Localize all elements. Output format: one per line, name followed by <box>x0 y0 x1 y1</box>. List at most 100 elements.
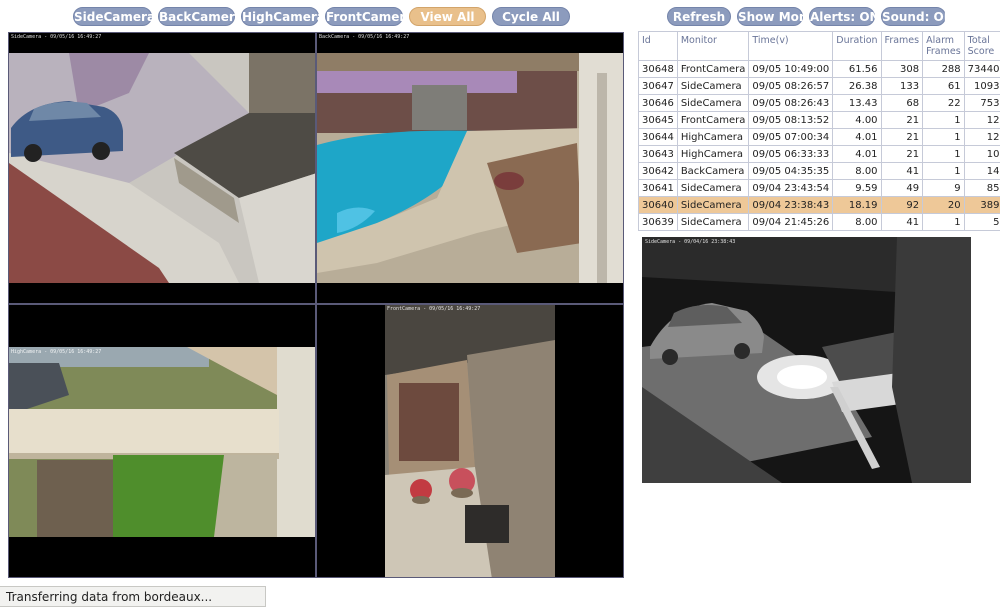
cell-frames: 21 <box>880 128 924 146</box>
camera-feed-sidecamera[interactable]: SideCamera - 09/05/16 16:49:27 <box>8 32 316 304</box>
column-header-monitor[interactable]: Monitor <box>676 31 750 61</box>
cell-duration: 4.01 <box>832 128 882 146</box>
event-row[interactable]: 30639 SideCamera 09/04 21:45:26 8.00 41 1 5 <box>638 213 1000 231</box>
cell-monitor[interactable]: HighCamera <box>676 128 750 146</box>
cell-frames: 308 <box>880 60 924 78</box>
cell-id[interactable]: 30645 <box>638 111 678 129</box>
show-more-button[interactable]: Show More <box>737 7 813 26</box>
nav-button-view-all[interactable]: View All <box>409 7 486 26</box>
sidecamera-frame <box>9 33 315 303</box>
cell-id[interactable]: 30643 <box>638 145 678 163</box>
cell-duration: 13.43 <box>832 94 882 112</box>
cell-duration: 4.00 <box>832 111 882 129</box>
cell-total-score: 10 <box>963 145 1000 163</box>
cell-total-score: 1093 <box>963 77 1000 95</box>
event-snapshot-timestamp: SideCamera - 09/04/16 23:38:43 <box>645 239 736 245</box>
nav-button-sidecamera[interactable]: SideCamera <box>73 7 155 26</box>
status-text: Transferring data from bordeaux... <box>6 590 213 604</box>
cell-total-score: 389 <box>963 196 1000 214</box>
cell-id[interactable]: 30639 <box>638 213 678 231</box>
event-row[interactable]: 30648 FrontCamera 09/05 10:49:00 61.56 308 28… <box>638 60 1000 78</box>
cell-duration: 61.56 <box>832 60 882 78</box>
event-snapshot-frame <box>642 237 971 483</box>
camera-feed-backcamera[interactable]: BackCamera - 09/05/16 16:49:27 <box>316 32 624 304</box>
cell-frames: 21 <box>880 111 924 129</box>
column-header-alarm-frames[interactable]: Alarm Frames <box>922 31 965 61</box>
cell-monitor[interactable]: SideCamera <box>676 196 750 214</box>
cell-id[interactable]: 30648 <box>638 60 678 78</box>
cell-frames: 21 <box>880 145 924 163</box>
cell-time[interactable]: 09/05 06:33:33 <box>748 145 834 163</box>
status-bar: Transferring data from bordeaux... <box>0 586 266 607</box>
cell-duration: 26.38 <box>832 77 882 95</box>
cell-total-score: 14 <box>963 162 1000 180</box>
cell-time[interactable]: 09/04 21:45:26 <box>748 213 834 231</box>
cell-monitor[interactable]: SideCamera <box>676 77 750 95</box>
cell-duration: 4.01 <box>832 145 882 163</box>
events-table-header: Id Monitor Time(v) Duration Frames Alarm… <box>638 31 1000 61</box>
cell-frames: 41 <box>880 213 924 231</box>
event-row[interactable]: 30643 HighCamera 09/05 06:33:33 4.01 21 1 10 <box>638 145 1000 163</box>
nav-button-frontcamera[interactable]: FrontCamera <box>325 7 413 26</box>
cell-time[interactable]: 09/05 08:26:43 <box>748 94 834 112</box>
cell-time[interactable]: 09/05 08:13:52 <box>748 111 834 129</box>
event-row[interactable]: 30645 FrontCamera 09/05 08:13:52 4.00 21 1 12 <box>638 111 1000 129</box>
column-header-total-score[interactable]: Total Score <box>963 31 1000 61</box>
cell-time[interactable]: 09/05 10:49:00 <box>748 60 834 78</box>
column-header-id[interactable]: Id <box>638 31 678 61</box>
event-row[interactable]: 30646 SideCamera 09/05 08:26:43 13.43 68 22 75… <box>638 94 1000 112</box>
cell-alarm-frames: 1 <box>922 111 965 129</box>
cell-alarm-frames: 288 <box>922 60 965 78</box>
nav-button-cycle-all[interactable]: Cycle All <box>492 7 570 26</box>
camera-feed-highcamera[interactable]: HighCamera - 09/05/16 16:49:27 <box>8 304 316 578</box>
cell-duration: 9.59 <box>832 179 882 197</box>
cell-alarm-frames: 22 <box>922 94 965 112</box>
column-header-time[interactable]: Time(v) <box>748 31 834 61</box>
nav-button-highcamera[interactable]: HighCamera <box>241 7 325 26</box>
cell-id[interactable]: 30647 <box>638 77 678 95</box>
cell-time[interactable]: 09/05 08:26:57 <box>748 77 834 95</box>
cell-total-score: 12 <box>963 128 1000 146</box>
cell-monitor[interactable]: HighCamera <box>676 145 750 163</box>
cell-alarm-frames: 1 <box>922 213 965 231</box>
event-row[interactable]: 30640 SideCamera 09/04 23:38:43 18.19 92 20 38… <box>638 196 1000 214</box>
camera-feed-frontcamera[interactable]: FrontCamera - 09/05/16 16:49:27 <box>316 304 624 578</box>
event-row[interactable]: 30647 SideCamera 09/05 08:26:57 26.38 133 61 1… <box>638 77 1000 95</box>
cell-time[interactable]: 09/04 23:43:54 <box>748 179 834 197</box>
cell-time[interactable]: 09/05 07:00:34 <box>748 128 834 146</box>
column-header-frames[interactable]: Frames <box>880 31 924 61</box>
cell-frames: 41 <box>880 162 924 180</box>
frontcamera-frame <box>317 305 623 577</box>
nav-button-backcamera[interactable]: BackCamera <box>158 7 243 26</box>
event-row[interactable]: 30644 HighCamera 09/05 07:00:34 4.01 21 1 12 <box>638 128 1000 146</box>
cell-duration: 18.19 <box>832 196 882 214</box>
cell-time[interactable]: 09/05 04:35:35 <box>748 162 834 180</box>
camera-timestamp-overlay: SideCamera - 09/05/16 16:49:27 <box>11 34 102 40</box>
cell-id[interactable]: 30642 <box>638 162 678 180</box>
cell-alarm-frames: 1 <box>922 128 965 146</box>
cell-monitor[interactable]: SideCamera <box>676 94 750 112</box>
cell-frames: 49 <box>880 179 924 197</box>
camera-timestamp-overlay: HighCamera - 09/05/16 16:49:27 <box>11 349 102 355</box>
cell-id[interactable]: 30641 <box>638 179 678 197</box>
cell-total-score: 5 <box>963 213 1000 231</box>
cell-monitor[interactable]: BackCamera <box>676 162 750 180</box>
cell-alarm-frames: 1 <box>922 162 965 180</box>
cell-id[interactable]: 30644 <box>638 128 678 146</box>
cell-monitor[interactable]: FrontCamera <box>676 60 750 78</box>
cell-monitor[interactable]: FrontCamera <box>676 111 750 129</box>
event-snapshot-image[interactable]: SideCamera - 09/04/16 23:38:43 <box>642 237 971 483</box>
cell-monitor[interactable]: SideCamera <box>676 213 750 231</box>
column-header-duration[interactable]: Duration <box>832 31 882 61</box>
refresh-button[interactable]: Refresh <box>667 7 731 26</box>
alerts-toggle-button[interactable]: Alerts: ON <box>809 7 880 26</box>
cell-frames: 68 <box>880 94 924 112</box>
cell-id[interactable]: 30646 <box>638 94 678 112</box>
event-row[interactable]: 30642 BackCamera 09/05 04:35:35 8.00 41 1 14 <box>638 162 1000 180</box>
event-row[interactable]: 30641 SideCamera 09/04 23:43:54 9.59 49 9 85 <box>638 179 1000 197</box>
sound-toggle-button[interactable]: Sound: ON <box>881 7 954 26</box>
cell-duration: 8.00 <box>832 162 882 180</box>
cell-monitor[interactable]: SideCamera <box>676 179 750 197</box>
cell-id[interactable]: 30640 <box>638 196 678 214</box>
cell-time[interactable]: 09/04 23:38:43 <box>748 196 834 214</box>
